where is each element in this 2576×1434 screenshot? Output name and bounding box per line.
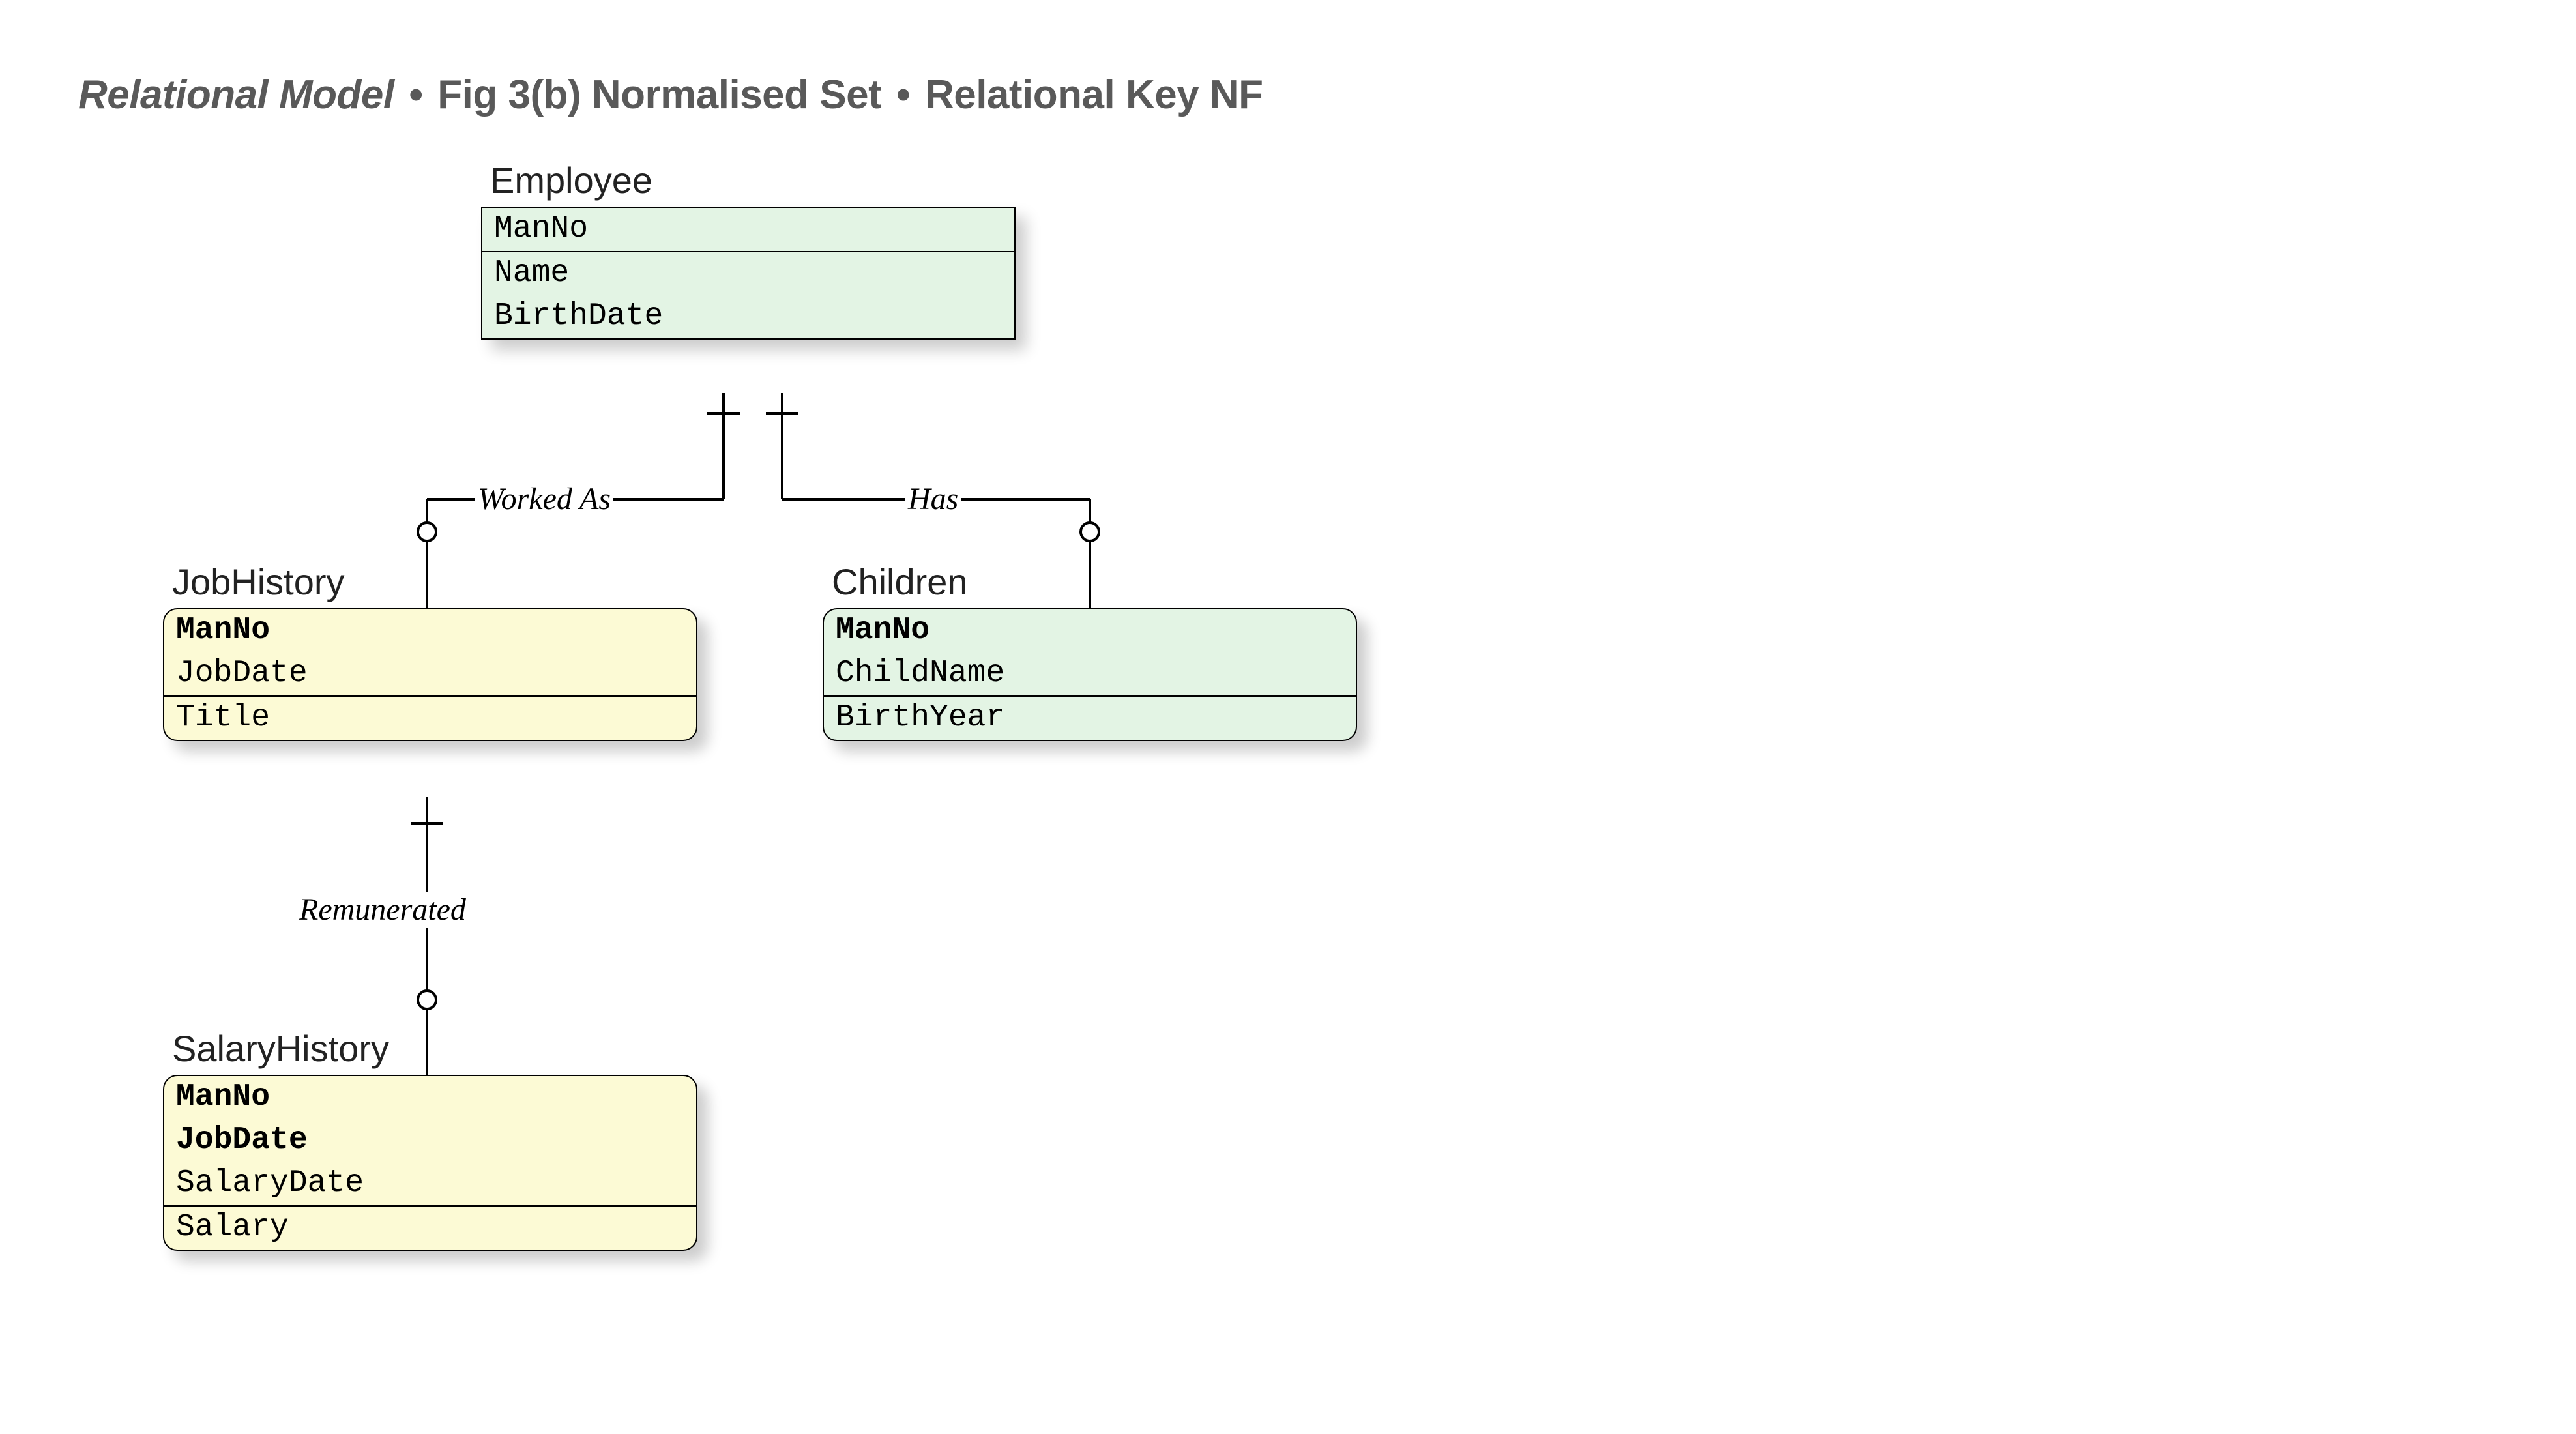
relationship-worked-as: Worked As [475,481,613,517]
entity-employee-attr-1: Name [482,252,1014,295]
entity-children: Children ManNo ChildName BirthYear [823,561,1357,741]
entity-jobhistory-attr-1: JobDate [164,652,696,695]
entity-children-attr-1: ChildName [824,652,1356,695]
entity-employee-attr-0: ManNo [482,208,1014,251]
relationship-remunerated: Remunerated [297,892,469,928]
entity-jobhistory-attr-2: Title [164,697,696,740]
entity-children-title: Children [823,561,1357,603]
entity-salaryhistory-box: ManNo JobDate SalaryDate Salary [163,1075,697,1251]
entity-salaryhistory-attr-1: JobDate [164,1119,696,1162]
entity-salaryhistory-attr-0: ManNo [164,1076,696,1119]
entity-jobhistory-attr-0: ManNo [164,609,696,652]
entity-children-attr-2: BirthYear [824,697,1356,740]
entity-employee-box: ManNo Name BirthDate [481,207,1016,340]
diagram-canvas: Relational Model • Fig 3(b) Normalised S… [0,0,2576,1434]
entity-children-attr-0: ManNo [824,609,1356,652]
entity-children-box: ManNo ChildName BirthYear [823,608,1357,741]
entity-employee-attr-2: BirthDate [482,295,1014,338]
entity-salaryhistory: SalaryHistory ManNo JobDate SalaryDate S… [163,1027,697,1251]
entity-jobhistory-title: JobHistory [163,561,697,603]
entity-jobhistory-box: ManNo JobDate Title [163,608,697,741]
entity-salaryhistory-title: SalaryHistory [163,1027,697,1070]
entity-employee: Employee ManNo Name BirthDate [481,159,1016,340]
entity-salaryhistory-attr-3: Salary [164,1207,696,1250]
entity-jobhistory: JobHistory ManNo JobDate Title [163,561,697,741]
relationship-has: Has [905,481,961,517]
entity-employee-title: Employee [481,159,1016,201]
entity-salaryhistory-attr-2: SalaryDate [164,1162,696,1205]
